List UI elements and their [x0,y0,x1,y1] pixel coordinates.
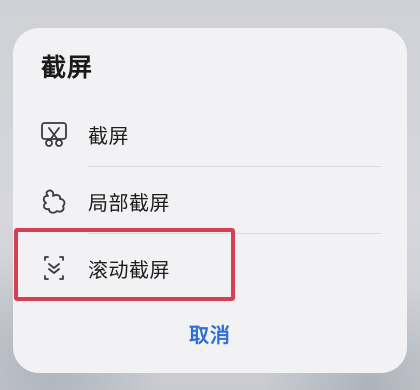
dialog-title: 截屏 [41,53,94,82]
scroll-capture-icon [44,256,64,280]
option-partial-screenshot-label: 局部截屏 [88,191,170,215]
partial-shape-icon [42,189,66,214]
option-scrolling-screenshot-label: 滚动截屏 [88,258,170,282]
scissors-screenshot-icon [41,122,67,147]
option-screenshot-label: 截屏 [88,124,129,148]
option-partial-screenshot[interactable]: 局部截屏 [13,167,407,233]
option-scrolling-screenshot[interactable]: 滚动截屏 [13,234,407,300]
option-screenshot[interactable]: 截屏 [13,100,407,166]
screenshot-dialog: 截屏 截屏 局部截屏 滚动截屏 取消 [13,28,407,373]
cancel-button[interactable]: 取消 [160,318,260,352]
